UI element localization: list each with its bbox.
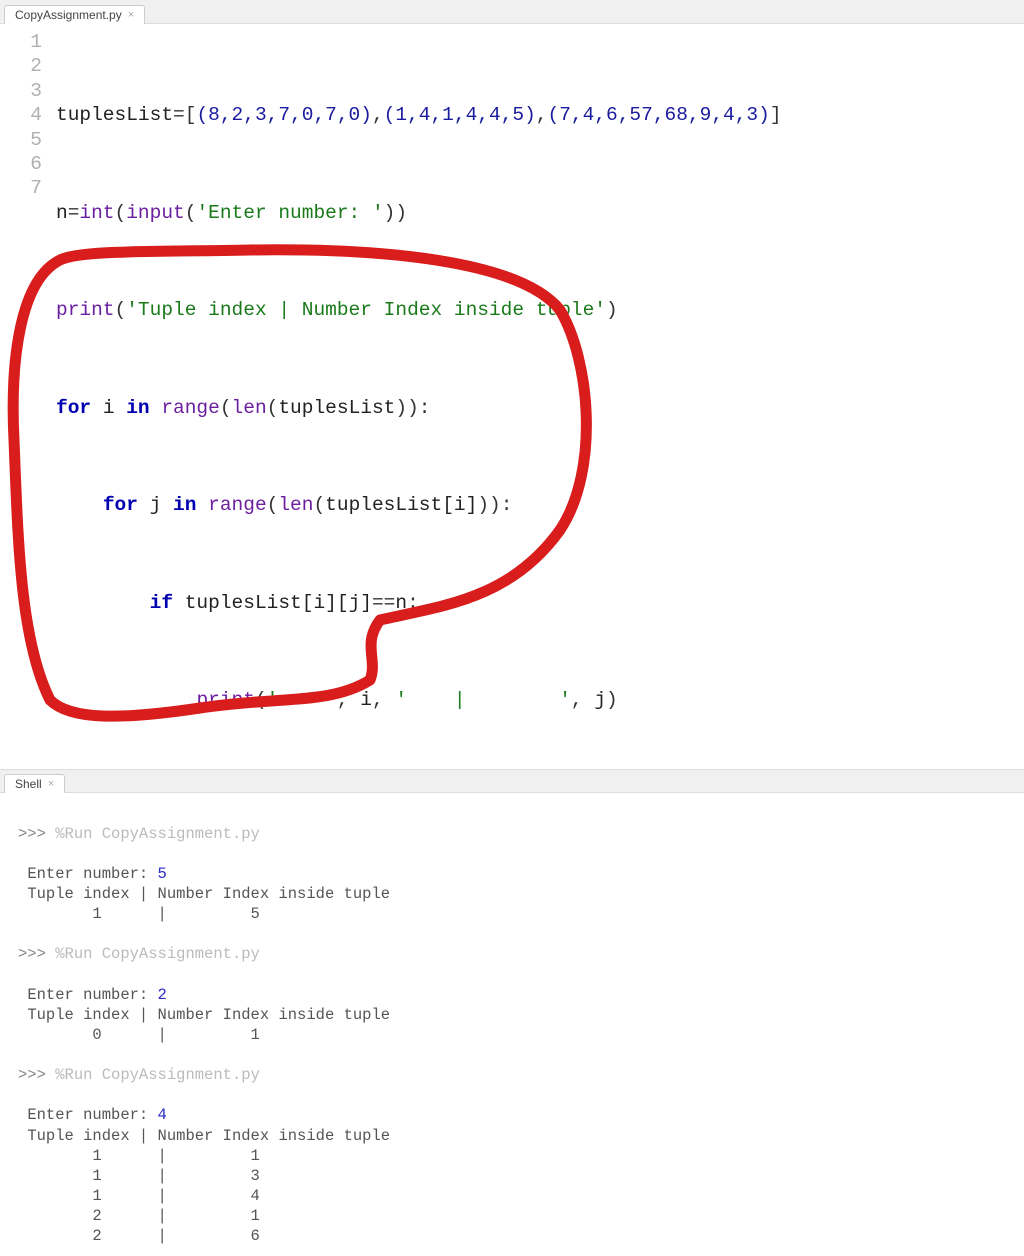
code-area[interactable]: tuplesList=[(8,2,3,7,0,7,0),(1,4,1,4,4,5… (56, 30, 782, 761)
line-number: 2 (10, 54, 42, 78)
editor-tab[interactable]: CopyAssignment.py × (4, 5, 145, 24)
line-number: 5 (10, 128, 42, 152)
shell-row: 1 | 3 (27, 1167, 260, 1185)
editor-tab-label: CopyAssignment.py (15, 8, 122, 22)
shell-row: 2 | 1 (27, 1207, 260, 1225)
shell-tab-bar: Shell × (0, 769, 1024, 793)
shell-enter-value: 4 (158, 1106, 167, 1124)
shell-prompt: >>> (18, 945, 46, 963)
code-line: print('Tuple index | Number Index inside… (56, 298, 782, 322)
code-line: for i in range(len(tuplesList)): (56, 396, 782, 420)
shell-header: Tuple index | Number Index inside tuple (27, 1127, 390, 1145)
shell-row: 1 | 1 (27, 1147, 260, 1165)
code-line: print(' ', i, ' | ', j) (56, 688, 782, 712)
line-number-gutter: 1 2 3 4 5 6 7 (0, 30, 56, 761)
code-editor[interactable]: 1 2 3 4 5 6 7 tuplesList=[(8,2,3,7,0,7,0… (0, 24, 1024, 769)
line-number: 4 (10, 103, 42, 127)
shell-header: Tuple index | Number Index inside tuple (27, 885, 390, 903)
shell-run-command: %Run CopyAssignment.py (55, 825, 260, 843)
line-number: 1 (10, 30, 42, 54)
line-number: 3 (10, 79, 42, 103)
shell-enter-label: Enter number: (27, 865, 148, 883)
code-line: for j in range(len(tuplesList[i])): (56, 493, 782, 517)
shell-tab[interactable]: Shell × (4, 774, 65, 793)
close-icon[interactable]: × (48, 779, 54, 790)
shell-row: 2 | 6 (27, 1227, 260, 1245)
shell-prompt: >>> (18, 1066, 46, 1084)
line-number: 7 (10, 176, 42, 200)
shell-run-command: %Run CopyAssignment.py (55, 1066, 260, 1084)
shell-enter-value: 2 (158, 986, 167, 1004)
shell-prompt: >>> (18, 825, 46, 843)
line-number: 6 (10, 152, 42, 176)
shell-row: 0 | 1 (27, 1026, 260, 1044)
close-icon[interactable]: × (128, 10, 134, 21)
editor-tab-bar: CopyAssignment.py × (0, 0, 1024, 24)
shell-output[interactable]: >>> %Run CopyAssignment.py Enter number:… (0, 793, 1024, 1256)
code-line: if tuplesList[i][j]==n: (56, 591, 782, 615)
shell-enter-label: Enter number: (27, 1106, 148, 1124)
code-line: tuplesList=[(8,2,3,7,0,7,0),(1,4,1,4,4,5… (56, 103, 782, 127)
shell-tab-label: Shell (15, 777, 42, 791)
shell-header: Tuple index | Number Index inside tuple (27, 1006, 390, 1024)
shell-enter-value: 5 (158, 865, 167, 883)
code-line: n=int(input('Enter number: ')) (56, 201, 782, 225)
shell-run-command: %Run CopyAssignment.py (55, 945, 260, 963)
shell-row: 1 | 5 (27, 905, 260, 923)
shell-enter-label: Enter number: (27, 986, 148, 1004)
shell-row: 1 | 4 (27, 1187, 260, 1205)
